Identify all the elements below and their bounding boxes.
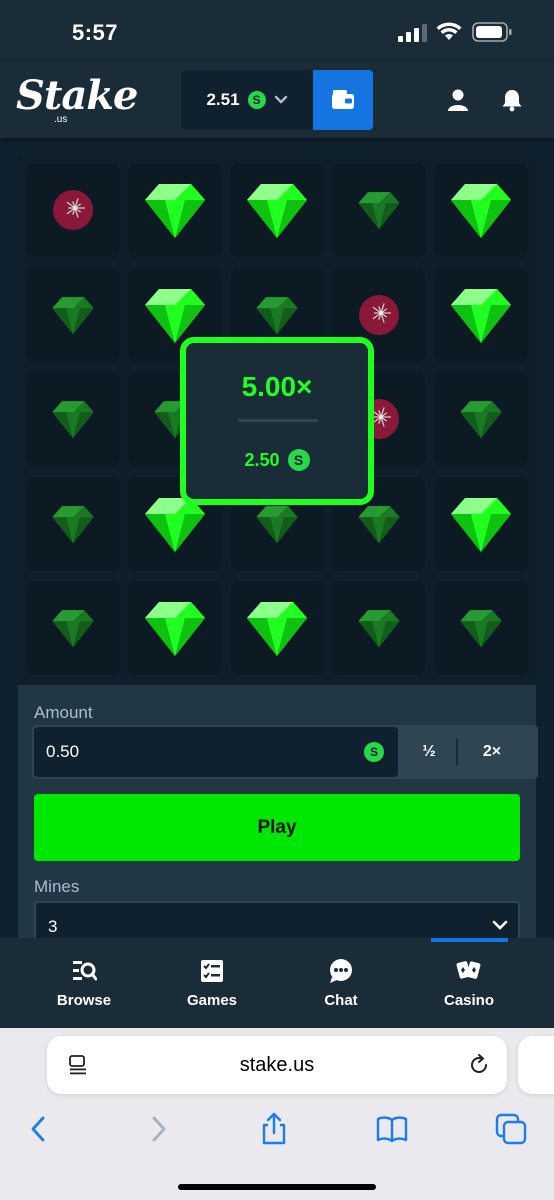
browse-icon — [73, 961, 97, 981]
mine-tile[interactable] — [434, 372, 528, 466]
stake-logo[interactable]: Stake .us — [16, 74, 138, 126]
home-indicator — [178, 1184, 376, 1190]
reload-icon[interactable] — [467, 1053, 491, 1077]
mine-tile[interactable] — [332, 581, 426, 675]
mine-tile[interactable] — [26, 372, 120, 466]
gem-icon — [451, 288, 511, 343]
gem-icon — [247, 602, 307, 656]
status-bar: 5:57 — [0, 0, 554, 62]
gem-unrevealed-icon — [460, 610, 502, 648]
active-tab-indicator — [431, 938, 508, 942]
gem-icon — [451, 184, 511, 238]
win-popup: 5.00× 2.50 S — [180, 337, 374, 505]
gem-unrevealed-icon — [52, 505, 94, 543]
share-icon[interactable] — [257, 1112, 291, 1146]
mine-tile[interactable] — [332, 163, 426, 257]
gem-unrevealed-icon — [52, 296, 94, 334]
gem-unrevealed-icon — [256, 505, 298, 543]
nav-item-casino[interactable]: Casino — [419, 958, 519, 1014]
mine-tile[interactable] — [26, 163, 120, 257]
status-time: 5:57 — [72, 20, 119, 45]
gem-unrevealed-icon — [256, 296, 298, 334]
games-icon — [201, 960, 223, 982]
profile-icon[interactable] — [446, 88, 470, 112]
gem-unrevealed-icon — [52, 610, 94, 648]
nav-item-games[interactable]: Games — [162, 958, 262, 1014]
sweeps-coin-icon: S — [247, 91, 266, 109]
gem-unrevealed-icon — [358, 505, 400, 543]
mine-tile[interactable] — [128, 581, 222, 675]
mine-tile[interactable] — [128, 163, 222, 257]
win-divider — [238, 419, 318, 422]
sweeps-coin-icon: S — [287, 449, 310, 471]
balance-selector[interactable]: 2.51 S — [181, 70, 313, 130]
nav-item-browse[interactable]: Browse — [34, 958, 134, 1014]
gem-unrevealed-icon — [460, 401, 502, 439]
win-amount-row: 2.50 S — [186, 449, 368, 471]
win-multiplier: 5.00× — [241, 371, 313, 402]
cellular-signal-icon — [398, 24, 427, 42]
wallet-icon — [332, 90, 354, 109]
mine-icon — [359, 294, 399, 335]
safari-toolbar: stake.us — [0, 1028, 554, 1200]
amount-label: Amount — [34, 703, 93, 722]
gem-icon — [145, 602, 205, 656]
mine-tile[interactable] — [230, 163, 324, 257]
mine-tile[interactable] — [434, 581, 528, 675]
battery-icon — [472, 22, 512, 42]
tabs-icon[interactable] — [494, 1112, 528, 1146]
gem-icon — [145, 184, 205, 238]
nav-item-chat[interactable]: Chat — [291, 958, 391, 1014]
half-bet-button[interactable]: ½ — [402, 725, 456, 779]
chevron-down-icon — [274, 95, 287, 104]
mine-tile[interactable] — [26, 476, 120, 571]
nav-label: Games — [186, 992, 238, 1009]
gem-icon — [247, 184, 307, 238]
notifications-bell-icon[interactable] — [500, 88, 524, 112]
mines-count-value: 3 — [48, 917, 58, 936]
mine-tile[interactable] — [230, 581, 324, 675]
balance-value: 2.51 — [206, 90, 240, 109]
amount-input-wrap: S — [34, 727, 398, 777]
mine-tile[interactable] — [434, 476, 528, 571]
chat-icon — [330, 959, 352, 983]
mine-tile[interactable] — [26, 267, 120, 362]
bet-amount-input[interactable] — [46, 727, 346, 777]
logo-wordmark: Stake — [16, 72, 138, 119]
bookmarks-icon[interactable] — [375, 1112, 409, 1146]
forward-icon[interactable] — [141, 1112, 175, 1146]
address-bar[interactable]: stake.us — [47, 1036, 507, 1094]
mine-tile[interactable] — [26, 581, 120, 675]
nav-label: Browse — [56, 992, 112, 1009]
bottom-nav: Browse Games Chat Casino — [0, 938, 554, 1028]
mine-tile[interactable] — [434, 267, 528, 362]
gem-unrevealed-icon — [52, 401, 94, 439]
chevron-down-icon — [492, 920, 508, 930]
app-header: Stake .us 2.51 S — [0, 62, 554, 138]
mine-tile[interactable] — [434, 163, 528, 257]
logo-domain: .us — [54, 114, 68, 125]
wallet-button[interactable] — [313, 70, 373, 130]
url-text: stake.us — [239, 1054, 315, 1076]
button-divider — [456, 739, 458, 765]
nav-label: Casino — [443, 992, 494, 1009]
nav-label: Chat — [324, 992, 358, 1009]
gem-icon — [451, 497, 511, 552]
bet-controls: Amount S ½ 2× Play Mines 3 — [18, 685, 538, 949]
amount-field: S ½ 2× — [32, 725, 538, 779]
back-icon[interactable] — [22, 1112, 56, 1146]
mine-icon — [53, 190, 93, 230]
win-amount: 2.50 — [244, 449, 280, 470]
wifi-icon — [436, 22, 462, 40]
gem-unrevealed-icon — [358, 610, 400, 648]
play-button[interactable]: Play — [34, 794, 520, 861]
sweeps-coin-icon: S — [364, 742, 384, 762]
next-tab-preview[interactable] — [518, 1036, 554, 1094]
double-bet-button[interactable]: 2× — [460, 725, 524, 779]
casino-icon — [456, 961, 481, 979]
mines-label: Mines — [34, 877, 80, 896]
gem-unrevealed-icon — [358, 192, 400, 230]
